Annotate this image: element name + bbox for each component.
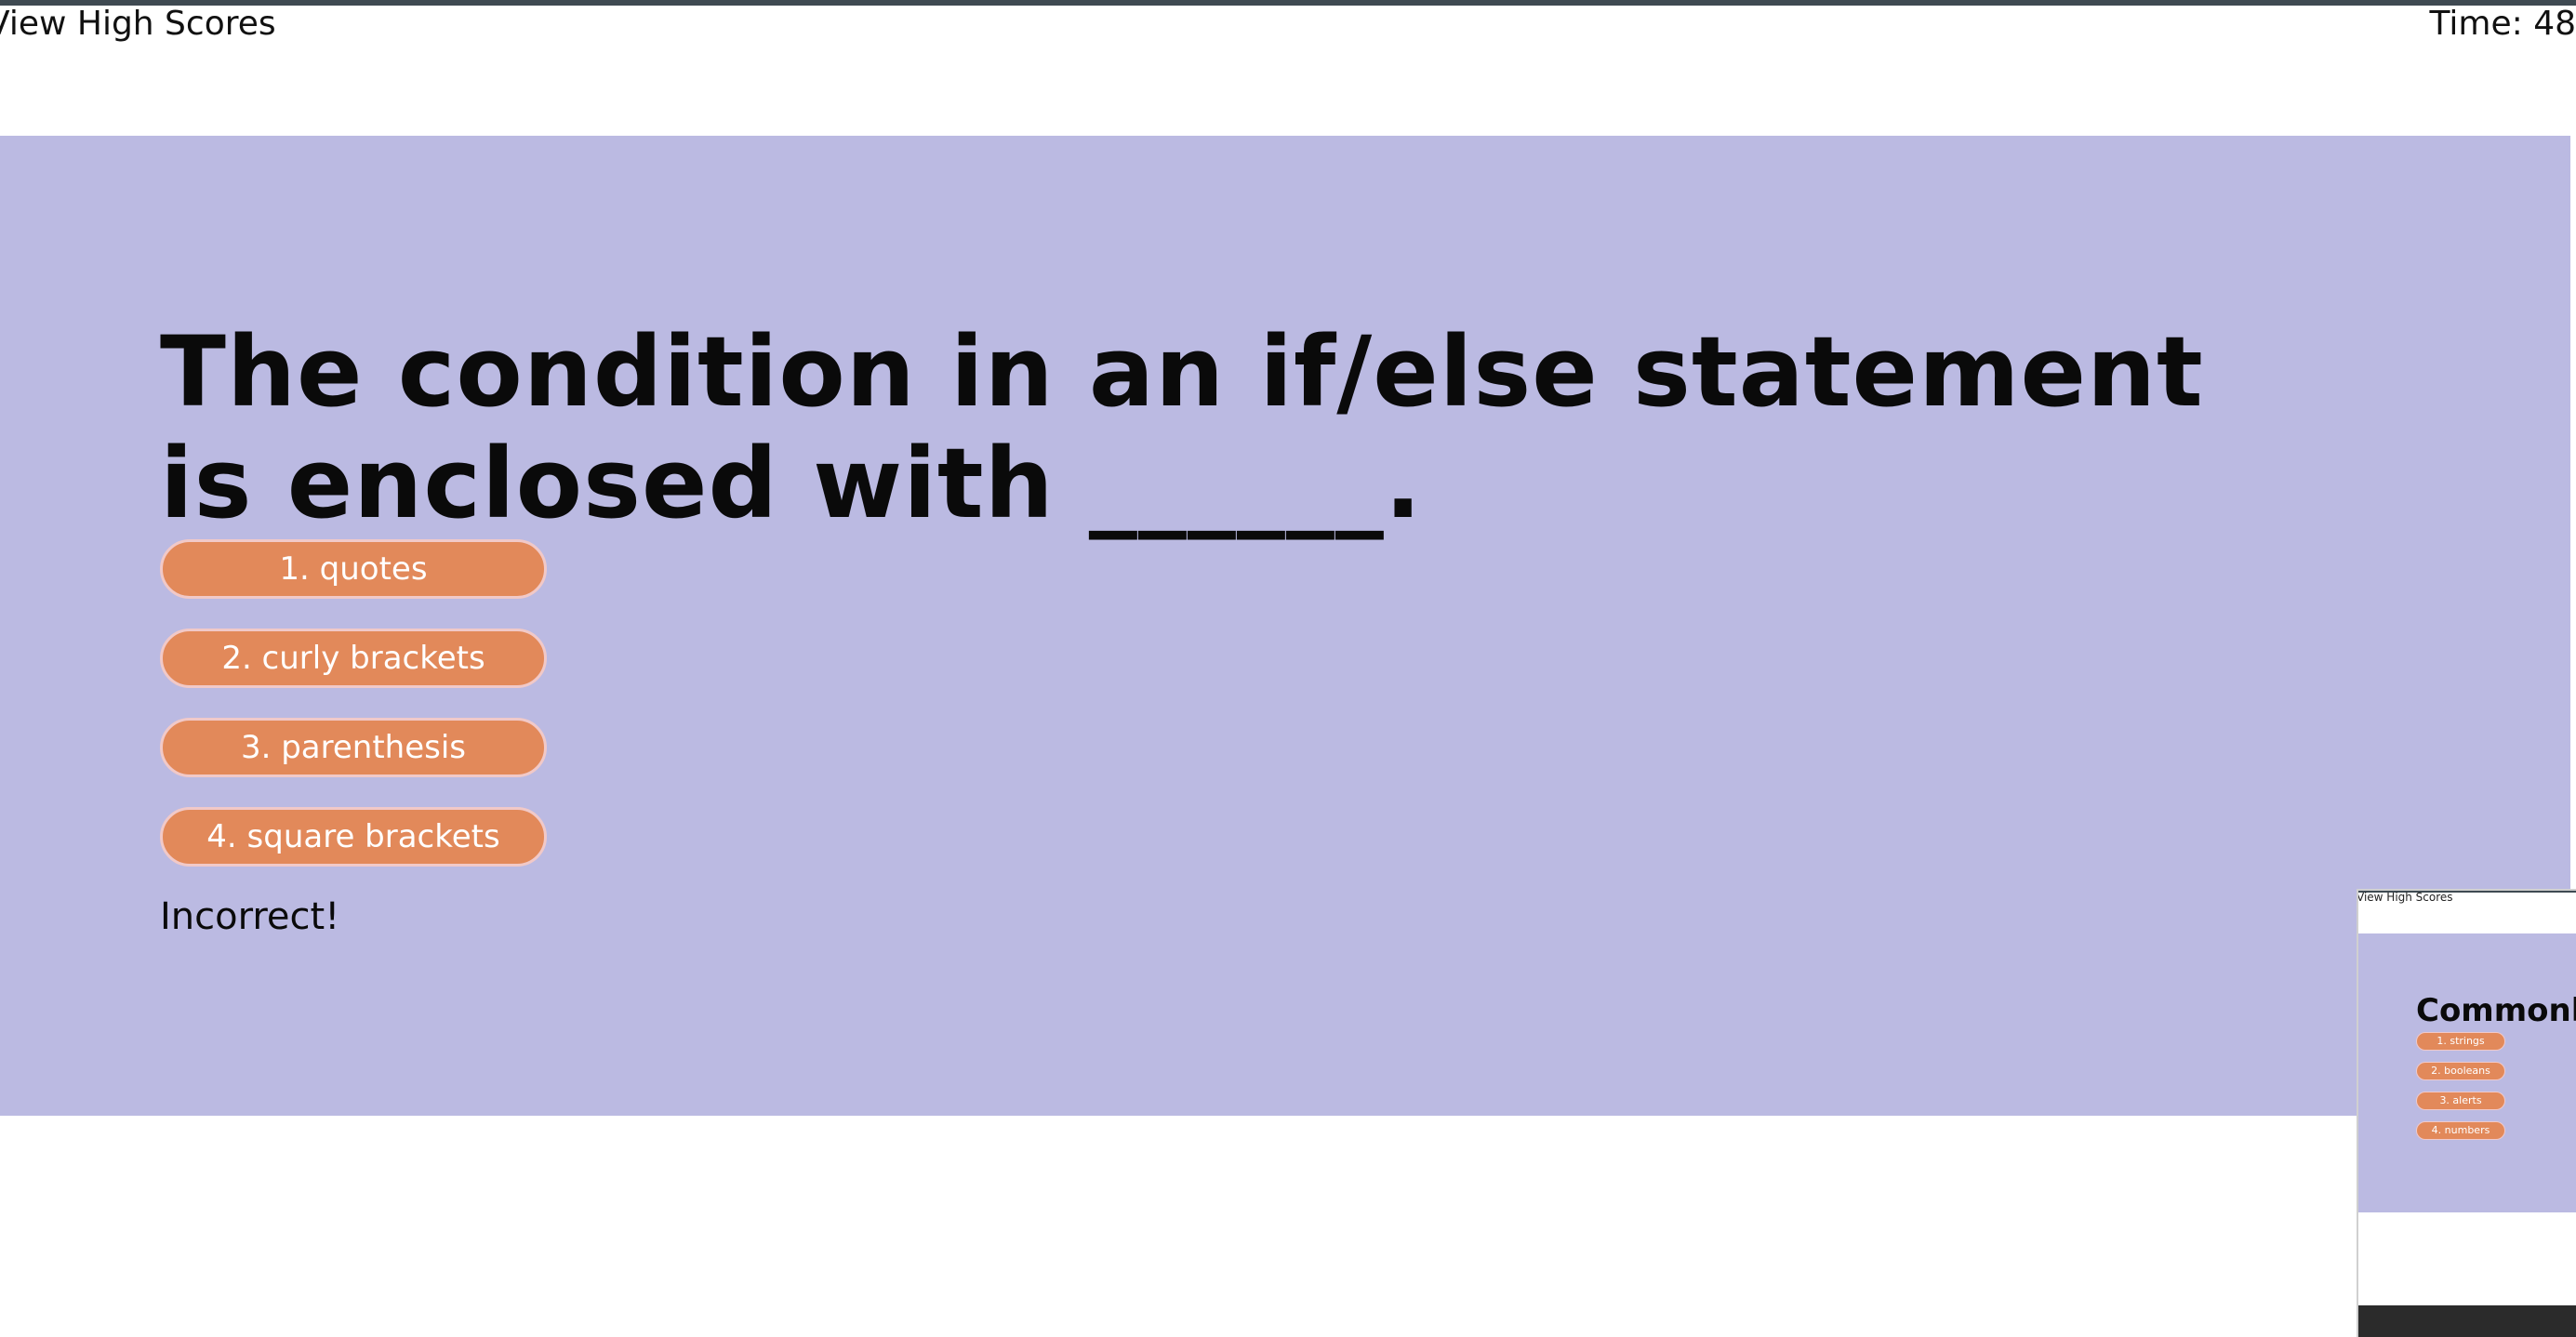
thumbnail-answer-button-1: 1. strings — [2416, 1032, 2505, 1051]
screenshot-thumbnail-preview[interactable]: View High Scores Commonly 1. strings 2. … — [2357, 889, 2576, 1337]
view-high-scores-link[interactable]: View High Scores — [0, 6, 276, 43]
question-text: The condition in an if/else statement is… — [160, 315, 2204, 540]
thumbnail-question-text: Commonly — [2416, 992, 2576, 1029]
top-border — [0, 0, 2576, 6]
answer-button-4[interactable]: 4. square brackets — [160, 807, 547, 867]
quiz-panel — [0, 136, 2570, 1116]
thumbnail-answer-button-4: 4. numbers — [2416, 1121, 2505, 1140]
thumbnail-bottom-bar — [2358, 1305, 2576, 1337]
answer-button-3[interactable]: 3. parenthesis — [160, 718, 547, 777]
thumbnail-view-high-scores: View High Scores — [2357, 891, 2453, 904]
answer-feedback: Incorrect! — [160, 895, 340, 938]
answer-button-2[interactable]: 2. curly brackets — [160, 629, 547, 688]
thumbnail-answer-button-3: 3. alerts — [2416, 1092, 2505, 1110]
timer: Time: 48 — [2429, 5, 2576, 43]
thumbnail-answer-button-2: 2. booleans — [2416, 1062, 2505, 1080]
answer-button-1[interactable]: 1. quotes — [160, 539, 547, 599]
